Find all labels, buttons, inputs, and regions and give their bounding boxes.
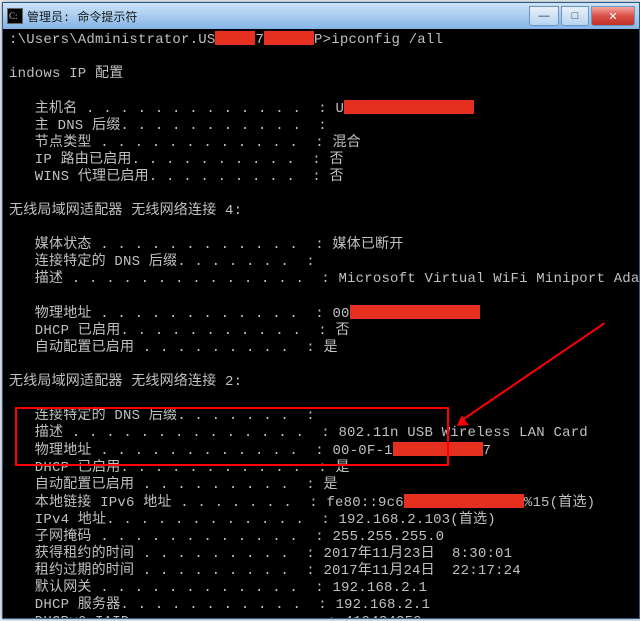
field-value: 2017年11月23日 8:30:01 <box>323 546 512 562</box>
field-value: 是 <box>335 460 349 476</box>
adapter-header: 无线局域网适配器 无线网络连接 4: <box>9 203 633 220</box>
output-line: 主 DNS 后缀. . . . . . . . . . . : <box>9 118 633 135</box>
output-line: 描述 . . . . . . . . . . . . . . : 802.11n… <box>9 425 633 442</box>
field-label: IP 路由已启用. . . . . . . . . . : <box>9 152 329 168</box>
redaction-bar <box>350 305 480 319</box>
field-label: WINS 代理已启用. . . . . . . . . : <box>9 169 329 185</box>
field-label: 子网掩码 . . . . . . . . . . . . : <box>9 529 332 545</box>
output-line: 获得租约的时间 . . . . . . . . . : 2017年11月23日 … <box>9 546 633 563</box>
adapter-header: 无线局域网适配器 无线网络连接 2: <box>9 374 633 391</box>
output-line: 节点类型 . . . . . . . . . . . . : 混合 <box>9 135 633 152</box>
window-title: 管理员: 命令提示符 <box>27 8 529 25</box>
field-label: 描述 . . . . . . . . . . . . . . : <box>9 271 338 287</box>
window-buttons: — □ ✕ <box>529 6 635 26</box>
redaction-bar <box>404 494 524 508</box>
output-line: 默认网关 . . . . . . . . . . . . : 192.168.2… <box>9 580 633 597</box>
output-line: DHCP 已启用. . . . . . . . . . . : 是 <box>9 460 633 477</box>
field-label: DHCP 服务器. . . . . . . . . . . : <box>9 597 335 613</box>
field-value: 媒体已断开 <box>332 237 403 253</box>
field-label: DHCP 已启用. . . . . . . . . . . : <box>9 323 335 339</box>
output-line: 子网掩码 . . . . . . . . . . . . : 255.255.2… <box>9 529 633 546</box>
output-line: 连接特定的 DNS 后缀. . . . . . . : <box>9 408 633 425</box>
field-value: 00 <box>332 306 349 322</box>
cmd-window: C: 管理员: 命令提示符 — □ ✕ :\Users\Administrato… <box>2 2 640 619</box>
field-value: 2017年11月24日 22:17:24 <box>323 563 520 579</box>
field-label: 租约过期的时间 . . . . . . . . . : <box>9 563 323 579</box>
field-label: 本地链接 IPv6 地址 . . . . . . . : <box>9 495 326 511</box>
field-value: 否 <box>329 152 343 168</box>
field-label: 默认网关 . . . . . . . . . . . . : <box>9 580 332 596</box>
field-value: 是 <box>323 477 337 493</box>
field-label: 自动配置已启用 . . . . . . . . . : <box>9 477 323 493</box>
output-line: 租约过期的时间 . . . . . . . . . : 2017年11月24日 … <box>9 563 633 580</box>
field-value: Microsoft Virtual WiFi Miniport Adapter … <box>338 271 639 287</box>
field-label: 获得租约的时间 . . . . . . . . . : <box>9 546 323 562</box>
output-line: 连接特定的 DNS 后缀. . . . . . . : <box>9 254 633 271</box>
output-line: DHCP 已启用. . . . . . . . . . . : 否 <box>9 323 633 340</box>
field-label: 自动配置已启用 . . . . . . . . . : <box>9 340 323 356</box>
field-label: 连接特定的 DNS 后缀. . . . . . . : <box>9 408 323 424</box>
blank-line <box>9 357 633 374</box>
redaction-bar <box>393 442 483 456</box>
field-label: IPv4 地址. . . . . . . . . . . . : <box>9 512 338 528</box>
close-button[interactable]: ✕ <box>591 6 635 26</box>
output-line: IPv4 地址. . . . . . . . . . . . : 192.168… <box>9 512 633 529</box>
output-line: DHCP 服务器. . . . . . . . . . . : 192.168.… <box>9 597 633 614</box>
prompt-line: :\Users\Administrator.US7P>ipconfig /all <box>9 31 633 49</box>
output-line: WINS 代理已启用. . . . . . . . . : 否 <box>9 169 633 186</box>
blank-line <box>9 391 633 408</box>
field-value: U <box>335 101 344 117</box>
field-value: 255.255.255.0 <box>332 529 444 545</box>
field-label: 连接特定的 DNS 后缀. . . . . . . : <box>9 254 323 270</box>
field-value: 是 <box>323 340 337 356</box>
field-value: 802.11n USB Wireless LAN Card <box>338 425 587 441</box>
field-value: 否 <box>329 169 343 185</box>
field-label: DHCPv6 IAID. . . . . . . . . . . : <box>9 614 344 618</box>
field-label: 主机名 . . . . . . . . . . . . . : <box>9 101 335 117</box>
field-label: 媒体状态 . . . . . . . . . . . . : <box>9 237 332 253</box>
maximize-button[interactable]: □ <box>561 6 589 26</box>
field-label: 物理地址 . . . . . . . . . . . . : <box>9 443 332 459</box>
field-label: 主 DNS 后缀. . . . . . . . . . . : <box>9 118 335 134</box>
output-line: 物理地址 . . . . . . . . . . . . : 00 <box>9 305 633 323</box>
field-value: 192.168.2.103(首选) <box>338 512 495 528</box>
console-output[interactable]: :\Users\Administrator.US7P>ipconfig /all… <box>3 29 639 618</box>
field-value: 混合 <box>332 135 360 151</box>
output-line: 自动配置已启用 . . . . . . . . . : 是 <box>9 340 633 357</box>
blank-line <box>9 220 633 237</box>
minimize-button[interactable]: — <box>529 6 559 26</box>
field-value-trail: %15(首选) <box>524 495 595 511</box>
field-value: 192.168.2.1 <box>332 580 427 596</box>
output-line: 物理地址 . . . . . . . . . . . . : 00-0F-1 7 <box>9 442 633 460</box>
field-value-trail: 7 <box>483 443 492 459</box>
output-line: 媒体状态 . . . . . . . . . . . . : 媒体已断开 <box>9 237 633 254</box>
field-label: 节点类型 . . . . . . . . . . . . : <box>9 135 332 151</box>
output-line: 自动配置已启用 . . . . . . . . . : 是 <box>9 477 633 494</box>
field-label: DHCP 已启用. . . . . . . . . . . : <box>9 460 335 476</box>
blank-line <box>9 83 633 100</box>
redaction-bar <box>344 100 474 114</box>
titlebar[interactable]: C: 管理员: 命令提示符 — □ ✕ <box>3 3 639 29</box>
field-label: 描述 . . . . . . . . . . . . . . : <box>9 425 338 441</box>
field-value: fe80::9c6 <box>326 495 403 511</box>
field-label: 物理地址 . . . . . . . . . . . . : <box>9 306 332 322</box>
svg-text:C:: C: <box>9 11 18 21</box>
output-line: IP 路由已启用. . . . . . . . . . : 否 <box>9 152 633 169</box>
field-value: 00-0F-1 <box>332 443 392 459</box>
field-value: 419434259 <box>344 614 421 618</box>
field-value: 192.168.2.1 <box>335 597 430 613</box>
cmd-icon: C: <box>7 8 23 24</box>
blank-line <box>9 186 633 203</box>
section-header: indows IP 配置 <box>9 66 633 83</box>
blank-line <box>9 288 633 305</box>
output-line: DHCPv6 IAID. . . . . . . . . . . : 41943… <box>9 614 633 618</box>
blank-line <box>9 49 633 66</box>
output-line: 主机名 . . . . . . . . . . . . . : U <box>9 100 633 118</box>
field-value: 否 <box>335 323 349 339</box>
output-line: 本地链接 IPv6 地址 . . . . . . . : fe80::9c6 %1… <box>9 494 633 512</box>
output-line: 描述 . . . . . . . . . . . . . . : Microso… <box>9 271 633 288</box>
